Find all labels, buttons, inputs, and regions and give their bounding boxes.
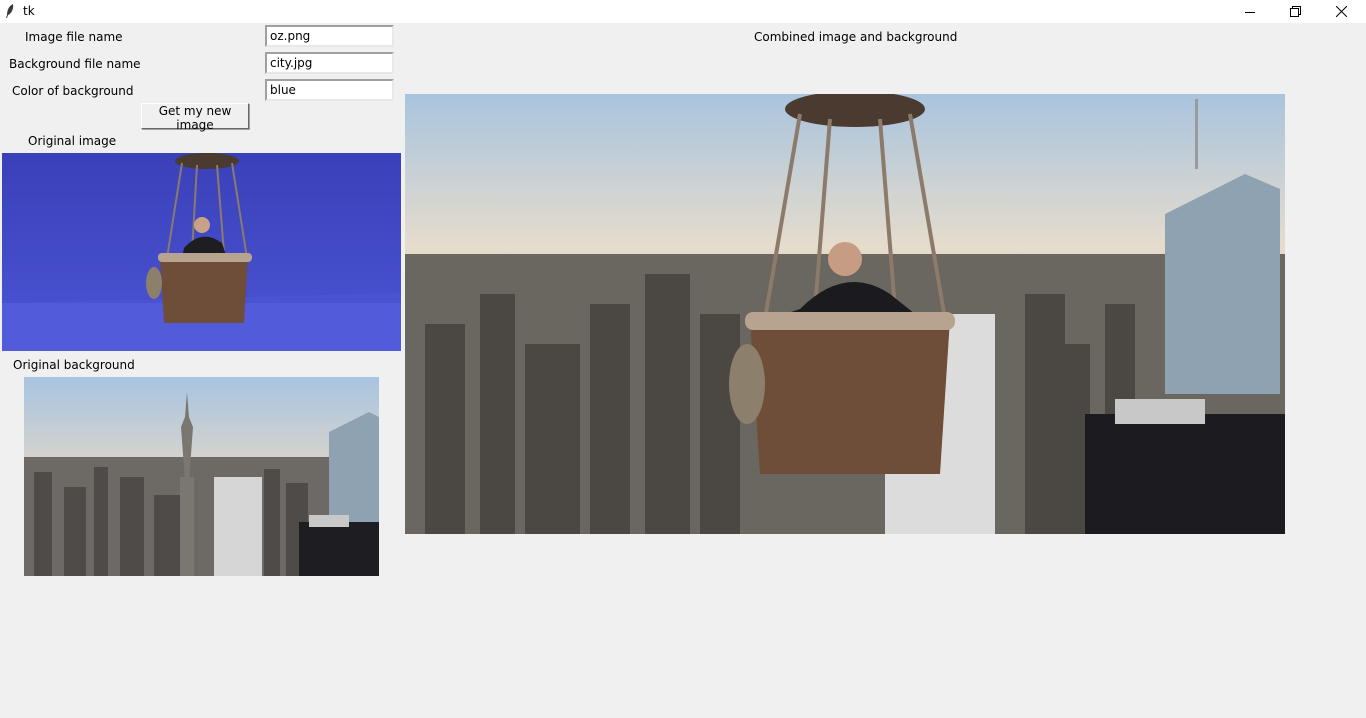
background-file-label: Background file name (9, 57, 141, 71)
original-image (2, 153, 401, 351)
restore-icon (1289, 6, 1301, 17)
title-bar: tk (0, 0, 1366, 23)
color-input[interactable] (265, 79, 394, 101)
image-file-input[interactable] (265, 25, 394, 47)
image-file-label: Image file name (25, 30, 123, 44)
color-label: Color of background (12, 84, 134, 98)
window-title: tk (23, 4, 35, 18)
minimize-button[interactable] (1227, 0, 1273, 23)
maximize-button[interactable] (1272, 0, 1318, 23)
feather-icon (6, 4, 14, 18)
background-file-input[interactable] (265, 52, 394, 74)
combined-label: Combined image and background (754, 30, 958, 44)
close-icon (1335, 6, 1347, 17)
close-button[interactable] (1318, 0, 1364, 23)
minimize-icon (1245, 11, 1255, 13)
combined-image (405, 94, 1285, 534)
original-image-label: Original image (28, 134, 117, 148)
original-background-image (24, 377, 379, 576)
get-new-image-button[interactable]: Get my new image (141, 103, 249, 132)
original-background-label: Original background (13, 358, 135, 372)
